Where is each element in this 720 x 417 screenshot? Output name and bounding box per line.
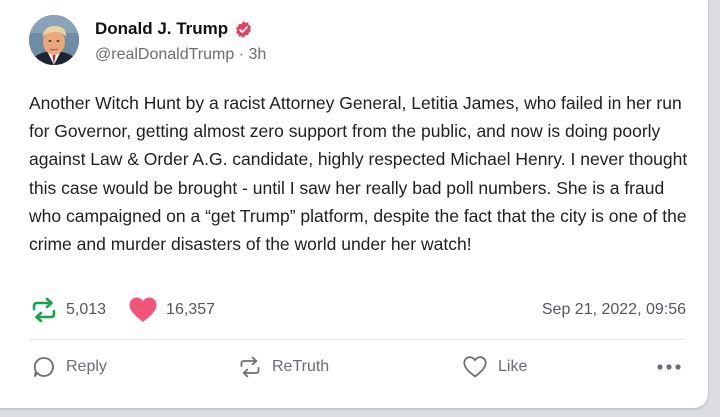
like-label: Like xyxy=(498,358,528,375)
action-bar: Reply ReTruth Like xyxy=(32,352,684,382)
like-count: 16,357 xyxy=(166,301,215,318)
like-stat[interactable]: 16,357 xyxy=(128,296,215,324)
retruth-label: ReTruth xyxy=(272,358,330,375)
more-options-button[interactable] xyxy=(656,352,682,382)
more-dots-icon xyxy=(656,358,682,376)
separator-dot: · xyxy=(234,46,249,63)
author-row: Donald J. Trump xyxy=(95,19,253,39)
retruth-icon xyxy=(30,297,58,323)
retruth-button[interactable]: ReTruth xyxy=(238,352,329,382)
verified-badge-icon xyxy=(234,20,253,39)
reply-label: Reply xyxy=(66,358,107,375)
author-name[interactable]: Donald J. Trump xyxy=(95,19,228,39)
retruth-count: 5,013 xyxy=(66,301,107,318)
stats-row: 5,013 16,357 Sep 21, 2022, 09:56 xyxy=(30,295,686,325)
heart-icon xyxy=(128,296,158,324)
post-time-ago[interactable]: 3h xyxy=(248,46,266,63)
reply-button[interactable]: Reply xyxy=(32,352,107,382)
retruth-icon xyxy=(238,355,262,379)
author-handle[interactable]: @realDonaldTrump xyxy=(95,46,234,63)
divider xyxy=(29,339,685,340)
reply-bubble-icon xyxy=(32,355,56,379)
post-card: Donald J. Trump @realDonaldTrump · 3h An… xyxy=(0,0,708,408)
post-date[interactable]: Sep 21, 2022, 09:56 xyxy=(542,301,686,319)
retruth-stat[interactable]: 5,013 xyxy=(30,297,106,323)
avatar[interactable] xyxy=(29,15,79,65)
post-text: Another Witch Hunt by a racist Attorney … xyxy=(29,93,688,255)
like-button[interactable]: Like xyxy=(462,352,527,382)
heart-icon xyxy=(462,355,488,379)
handle-row: @realDonaldTrump · 3h xyxy=(95,46,266,64)
